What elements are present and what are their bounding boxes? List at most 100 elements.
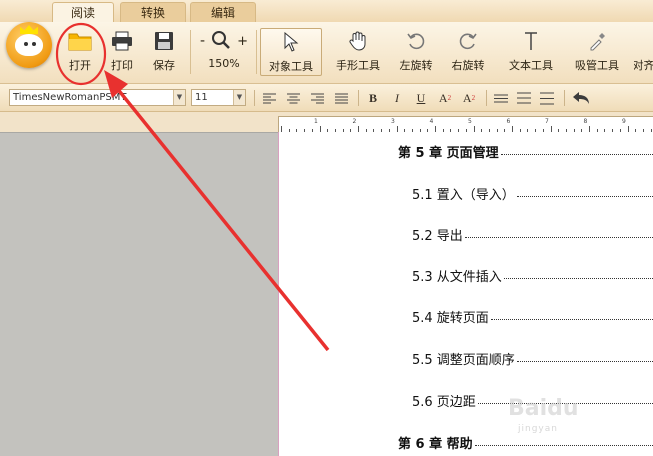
watermark-subtext: jingyan: [518, 424, 558, 434]
subscript-button[interactable]: A2: [460, 89, 478, 107]
tab-convert[interactable]: 转换: [120, 2, 186, 22]
hand-icon: [345, 28, 371, 54]
horizontal-ruler[interactable]: 1 2 3 4 5 6 7 8 9: [278, 116, 653, 132]
open-label: 打开: [69, 59, 91, 72]
tab-strip: 阅读 转换 编辑: [0, 0, 653, 22]
hand-tool-label: 手形工具: [336, 59, 380, 72]
toc-leader-dots: [490, 318, 653, 320]
hand-tool-button[interactable]: 手形工具: [330, 28, 386, 76]
ribbon-toolbar: 打开 打印 保存 - + 150% 对象工具 手形工具 左旋转 右旋转 文本工具…: [0, 22, 653, 84]
line-spacing-double-icon[interactable]: [538, 89, 556, 107]
object-tool-label: 对象工具: [269, 60, 313, 73]
superscript-button[interactable]: A2: [436, 89, 454, 107]
ruler-number: 8: [583, 118, 588, 125]
app-logo[interactable]: [6, 22, 52, 68]
toolbar-separator: [358, 90, 359, 106]
toolbar-separator: [254, 90, 255, 106]
line-spacing-medium-icon[interactable]: [515, 89, 533, 107]
ruler-number: 6: [506, 118, 511, 125]
document-page[interactable]: 第 5 章 页面管理 5.1 置入（导入） 5.2 导出 5.3 从文件插入 5.4 旋…: [278, 132, 653, 456]
font-name-value: TimesNewRomanPSMT: [13, 92, 127, 103]
subscript-mark: 2: [471, 94, 476, 102]
toc-leader-dots: [516, 360, 653, 362]
toc-entry[interactable]: 5.6 页边距: [279, 390, 653, 410]
toc-entry[interactable]: 5.4 旋转页面: [279, 306, 653, 326]
print-button[interactable]: 打印: [104, 28, 140, 76]
rotate-right-button[interactable]: 右旋转: [446, 28, 490, 76]
mascot-face: [15, 34, 43, 56]
toc-entry[interactable]: 5.3 从文件插入: [279, 265, 653, 285]
text-tool-label: 文本工具: [509, 59, 553, 72]
ribbon-separator: [256, 30, 257, 74]
text-tool-button[interactable]: 文本工具: [502, 28, 560, 76]
superscript-letter: A: [438, 90, 448, 105]
toc-text: 5.3 从文件插入: [412, 269, 502, 285]
toolbar-separator: [564, 90, 565, 106]
font-name-select[interactable]: TimesNewRomanPSMT ▼: [9, 89, 186, 106]
ribbon-separator: [190, 30, 191, 74]
toc-text: 5.6 页边距: [412, 394, 476, 410]
superscript-mark: 2: [447, 94, 452, 102]
zoom-value[interactable]: 150%: [208, 57, 239, 70]
tab-edit[interactable]: 编辑: [190, 2, 256, 22]
mascot-eye: [24, 42, 28, 46]
printer-icon: [109, 28, 135, 54]
toc-text: 5.1 置入（导入）: [412, 187, 515, 203]
eyedropper-icon: [584, 28, 610, 54]
toc-text: 第 6 章 帮助: [398, 436, 473, 452]
save-label: 保存: [153, 59, 175, 72]
toc-text: 第 5 章 页面管理: [398, 145, 499, 161]
toc-entry[interactable]: 5.1 置入（导入）: [279, 183, 653, 203]
toc-entry[interactable]: 5.2 导出: [279, 224, 653, 244]
workspace-background: [0, 132, 278, 456]
chevron-down-icon[interactable]: ▼: [173, 90, 185, 105]
eyedropper-tool-button[interactable]: 吸管工具: [568, 28, 626, 76]
ruler-number: 7: [545, 118, 549, 125]
toc-leader-dots: [503, 277, 653, 279]
object-tool-button[interactable]: 对象工具: [260, 28, 322, 76]
print-label: 打印: [111, 59, 133, 72]
underline-button[interactable]: U: [412, 89, 430, 107]
ruler-number: 1: [314, 118, 318, 125]
zoom-in-button[interactable]: +: [237, 34, 248, 49]
bold-button[interactable]: B: [364, 89, 382, 107]
toc-text: 5.5 调整页面顺序: [412, 352, 515, 368]
rotate-left-button[interactable]: 左旋转: [394, 28, 438, 76]
watermark-logo: Baidu: [508, 396, 579, 421]
italic-button[interactable]: I: [388, 89, 406, 107]
justify-icon[interactable]: [332, 89, 350, 107]
chevron-down-icon[interactable]: ▼: [233, 90, 245, 105]
magnifier-icon[interactable]: [211, 30, 231, 53]
line-spacing-single-icon[interactable]: [492, 89, 510, 107]
align-right-icon[interactable]: [308, 89, 326, 107]
font-size-select[interactable]: 11 ▼: [191, 89, 246, 106]
rotate-right-label: 右旋转: [451, 59, 485, 72]
align-left-icon[interactable]: [260, 89, 278, 107]
floppy-icon: [151, 28, 177, 54]
toc-entry[interactable]: 5.5 调整页面顺序: [279, 348, 653, 368]
align-tool-button[interactable]: 对齐: [634, 28, 653, 76]
zoom-out-button[interactable]: -: [200, 33, 205, 49]
rotate-left-label: 左旋转: [399, 59, 433, 72]
tab-read[interactable]: 阅读: [52, 2, 114, 22]
open-button[interactable]: 打开: [62, 28, 98, 76]
folder-icon: [67, 28, 93, 54]
align-tool-label: 对齐: [634, 59, 653, 72]
toc-chapter[interactable]: 第 5 章 页面管理: [279, 141, 653, 161]
crown-icon: [20, 25, 38, 34]
rotate-right-icon: [455, 28, 481, 54]
ruler-number: 2: [352, 118, 357, 125]
pointer-arrow-icon: [278, 29, 304, 55]
undo-icon[interactable]: [570, 89, 592, 107]
toc-leader-dots: [500, 153, 653, 155]
ruler-number: 9: [622, 118, 626, 125]
align-center-icon[interactable]: [284, 89, 302, 107]
toolbar-separator: [486, 90, 487, 106]
save-button[interactable]: 保存: [146, 28, 182, 76]
ruler-number: 5: [468, 118, 472, 125]
format-toolbar: TimesNewRomanPSMT ▼ 11 ▼ B I U A2 A2: [0, 84, 653, 112]
toc-chapter[interactable]: 第 6 章 帮助: [279, 432, 653, 452]
mascot-eye: [32, 42, 36, 46]
zoom-group: - + 150%: [194, 28, 254, 76]
toc-text: 5.2 导出: [412, 228, 463, 244]
